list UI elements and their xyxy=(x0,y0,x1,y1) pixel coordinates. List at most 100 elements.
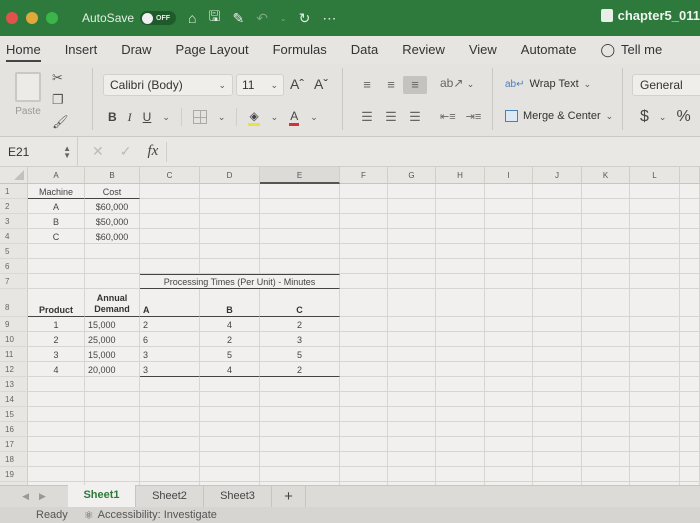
cell[interactable] xyxy=(388,392,436,407)
cell[interactable] xyxy=(485,244,533,259)
cell[interactable] xyxy=(680,244,700,259)
align-middle-icon[interactable]: ≡ xyxy=(379,76,403,94)
cell[interactable] xyxy=(340,407,388,422)
cell[interactable] xyxy=(533,467,582,482)
column-header-g[interactable]: G xyxy=(388,167,436,184)
machine-name[interactable]: B xyxy=(28,214,85,229)
cell[interactable] xyxy=(630,214,680,229)
cell[interactable] xyxy=(260,184,340,199)
cell[interactable] xyxy=(680,437,700,452)
borders-icon[interactable] xyxy=(192,110,207,124)
cell[interactable] xyxy=(680,199,700,214)
column-header-f[interactable]: F xyxy=(340,167,388,184)
cell[interactable] xyxy=(388,347,436,362)
worksheet-grid[interactable]: A B C D E F G H I J K L 1 Machine Cost 2 A $60,000 3 B $50,0… xyxy=(0,167,700,497)
cell[interactable] xyxy=(340,199,388,214)
cell[interactable] xyxy=(680,317,700,332)
cell[interactable] xyxy=(340,332,388,347)
machine-name[interactable]: C xyxy=(28,229,85,244)
tab-home[interactable]: Home xyxy=(0,36,53,64)
cell[interactable] xyxy=(340,377,388,392)
cell[interactable] xyxy=(630,317,680,332)
cell[interactable] xyxy=(388,332,436,347)
maximize-window-button[interactable] xyxy=(46,12,58,24)
cell[interactable] xyxy=(85,407,140,422)
cell[interactable] xyxy=(85,422,140,437)
cell[interactable] xyxy=(28,452,85,467)
processing-time[interactable]: 5 xyxy=(200,347,260,362)
cell[interactable] xyxy=(485,377,533,392)
row-header-8[interactable]: 8 xyxy=(0,289,28,317)
row-header-15[interactable]: 15 xyxy=(0,407,28,422)
cell[interactable] xyxy=(533,392,582,407)
processing-time[interactable]: 2 xyxy=(260,362,340,377)
header-annual-demand[interactable]: Annual Demand xyxy=(85,289,140,317)
header-machine-c[interactable]: C xyxy=(260,289,340,317)
row-header-12[interactable]: 12 xyxy=(0,362,28,377)
cell[interactable] xyxy=(436,437,485,452)
align-left-icon[interactable]: ☰ xyxy=(355,108,379,126)
product-id[interactable]: 2 xyxy=(28,332,85,347)
header-product[interactable]: Product xyxy=(28,289,85,317)
machine-cost[interactable]: $60,000 xyxy=(85,199,140,214)
cell[interactable] xyxy=(533,184,582,199)
cell[interactable] xyxy=(200,437,260,452)
cell[interactable] xyxy=(680,422,700,437)
font-size-select[interactable]: 11 ⌄ xyxy=(236,74,284,96)
cell[interactable] xyxy=(436,184,485,199)
cell[interactable] xyxy=(485,289,533,317)
cell[interactable] xyxy=(388,437,436,452)
add-sheet-button[interactable]: + xyxy=(272,486,306,507)
column-header-h[interactable]: H xyxy=(436,167,485,184)
cell[interactable] xyxy=(340,452,388,467)
cell[interactable] xyxy=(582,184,630,199)
cell[interactable] xyxy=(680,274,700,289)
cell[interactable] xyxy=(582,274,630,289)
italic-button[interactable]: I xyxy=(128,110,132,125)
cell[interactable] xyxy=(485,362,533,377)
processing-time[interactable]: 5 xyxy=(260,347,340,362)
cell[interactable] xyxy=(533,407,582,422)
cell[interactable] xyxy=(582,289,630,317)
accessibility-status[interactable]: ⚛ Accessibility: Investigate xyxy=(84,509,217,522)
currency-dropdown-icon[interactable]: ⌄ xyxy=(659,112,667,123)
undo-icon[interactable]: ↶ xyxy=(256,10,268,27)
cell[interactable] xyxy=(680,214,700,229)
cancel-icon[interactable]: ✕ xyxy=(92,143,104,160)
cell[interactable] xyxy=(533,437,582,452)
cell[interactable] xyxy=(680,452,700,467)
more-icon[interactable]: ⋯ xyxy=(322,10,336,27)
cell[interactable] xyxy=(485,317,533,332)
cell[interactable] xyxy=(485,274,533,289)
number-format-select[interactable]: General xyxy=(632,74,700,96)
processing-time[interactable]: 4 xyxy=(200,317,260,332)
redo-icon[interactable]: ↻ xyxy=(299,10,311,27)
cell[interactable] xyxy=(28,244,85,259)
formula-input[interactable] xyxy=(167,140,700,164)
processing-time[interactable]: 2 xyxy=(260,317,340,332)
product-id[interactable]: 4 xyxy=(28,362,85,377)
cell[interactable] xyxy=(340,347,388,362)
orientation-button[interactable]: ab↗ ⌄ xyxy=(440,76,474,90)
cell[interactable] xyxy=(582,362,630,377)
cell[interactable] xyxy=(630,274,680,289)
header-machine[interactable]: Machine xyxy=(28,184,85,199)
format-painter-icon[interactable]: 🖌 xyxy=(52,114,69,130)
bold-button[interactable]: B xyxy=(108,110,117,124)
cell[interactable] xyxy=(485,229,533,244)
cell[interactable] xyxy=(388,199,436,214)
cell[interactable] xyxy=(85,452,140,467)
cell[interactable] xyxy=(630,259,680,274)
row-header-6[interactable]: 6 xyxy=(0,259,28,274)
cell[interactable] xyxy=(582,407,630,422)
cell[interactable] xyxy=(582,332,630,347)
cell[interactable] xyxy=(533,317,582,332)
row-header-14[interactable]: 14 xyxy=(0,392,28,407)
cell[interactable] xyxy=(630,377,680,392)
decrease-indent-icon[interactable]: ⇤≡ xyxy=(440,110,456,123)
cell[interactable] xyxy=(533,332,582,347)
row-header-2[interactable]: 2 xyxy=(0,199,28,214)
tab-view[interactable]: View xyxy=(457,36,509,64)
insert-function-icon[interactable]: fx xyxy=(147,143,158,160)
paste-button[interactable]: Paste xyxy=(8,72,48,117)
